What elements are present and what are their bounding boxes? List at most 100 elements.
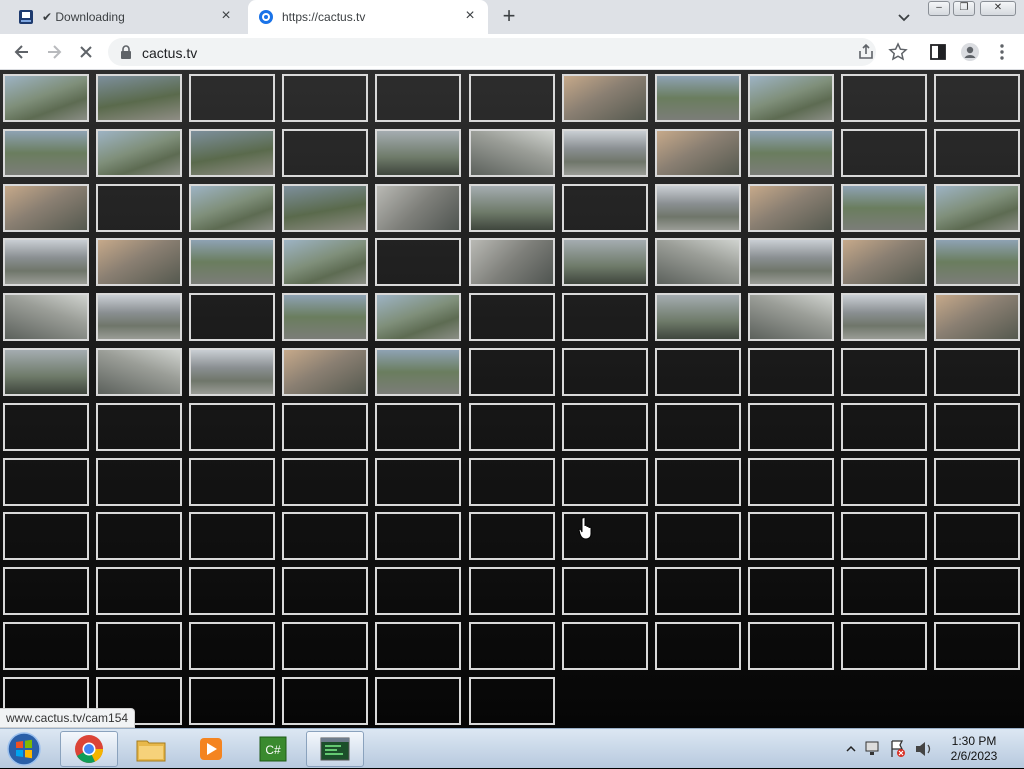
camera-thumbnail[interactable] — [655, 74, 741, 122]
camera-slot-empty[interactable] — [934, 567, 1020, 615]
tab-cactus[interactable]: https://cactus.tv × — [248, 0, 488, 34]
camera-thumbnail[interactable] — [96, 348, 182, 396]
camera-thumbnail[interactable] — [282, 348, 368, 396]
camera-thumbnail[interactable] — [655, 293, 741, 341]
camera-slot-empty[interactable] — [748, 512, 834, 560]
taskbar-csharp-editor[interactable]: C# — [244, 731, 302, 767]
camera-slot-empty[interactable] — [562, 622, 648, 670]
camera-slot-empty[interactable] — [655, 403, 741, 451]
camera-slot-empty[interactable] — [469, 403, 555, 451]
back-arrow-icon[interactable] — [12, 42, 32, 62]
camera-thumbnail[interactable] — [655, 129, 741, 177]
close-window-button[interactable]: ✕ — [980, 1, 1016, 16]
camera-slot-empty[interactable] — [189, 74, 275, 122]
camera-thumbnail[interactable] — [562, 238, 648, 286]
camera-thumbnail[interactable] — [96, 293, 182, 341]
camera-slot-empty[interactable] — [562, 348, 648, 396]
camera-slot-empty[interactable] — [189, 677, 275, 725]
camera-slot-empty[interactable] — [375, 458, 461, 506]
camera-slot-empty[interactable] — [375, 238, 461, 286]
camera-thumbnail[interactable] — [96, 129, 182, 177]
camera-thumbnail[interactable] — [282, 238, 368, 286]
close-tab-icon[interactable]: × — [218, 8, 234, 25]
camera-slot-empty[interactable] — [469, 293, 555, 341]
camera-slot-empty[interactable] — [3, 403, 89, 451]
camera-slot-empty[interactable] — [189, 512, 275, 560]
camera-slot-empty[interactable] — [469, 512, 555, 560]
camera-thumbnail[interactable] — [469, 129, 555, 177]
action-center-flag-icon[interactable] — [891, 740, 905, 757]
taskbar-file-explorer[interactable] — [122, 731, 180, 767]
minimize-button[interactable]: – — [928, 1, 950, 16]
camera-thumbnail[interactable] — [375, 184, 461, 232]
camera-slot-empty[interactable] — [562, 512, 648, 560]
camera-slot-empty[interactable] — [469, 677, 555, 725]
camera-slot-empty[interactable] — [3, 567, 89, 615]
camera-slot-empty[interactable] — [562, 403, 648, 451]
close-tab-icon[interactable]: × — [462, 8, 478, 25]
camera-slot-empty[interactable] — [375, 403, 461, 451]
system-clock[interactable]: 1:30 PM 2/6/2023 — [934, 734, 1014, 764]
camera-slot-empty[interactable] — [282, 129, 368, 177]
camera-slot-empty[interactable] — [96, 403, 182, 451]
camera-slot-empty[interactable] — [375, 567, 461, 615]
camera-thumbnail[interactable] — [375, 348, 461, 396]
camera-slot-empty[interactable] — [748, 458, 834, 506]
camera-slot-empty[interactable] — [3, 458, 89, 506]
new-tab-button[interactable]: + — [498, 5, 520, 28]
camera-thumbnail[interactable] — [748, 293, 834, 341]
camera-slot-empty[interactable] — [375, 622, 461, 670]
more-menu-icon[interactable] — [992, 42, 1012, 62]
camera-thumbnail[interactable] — [3, 129, 89, 177]
windows-start-icon[interactable] — [4, 730, 44, 768]
camera-slot-empty[interactable] — [934, 403, 1020, 451]
camera-thumbnail[interactable] — [3, 184, 89, 232]
camera-slot-empty[interactable] — [282, 458, 368, 506]
camera-slot-empty[interactable] — [96, 458, 182, 506]
camera-slot-empty[interactable] — [562, 293, 648, 341]
bookmark-star-icon[interactable] — [888, 42, 908, 62]
camera-thumbnail[interactable] — [841, 238, 927, 286]
camera-slot-empty[interactable] — [469, 348, 555, 396]
camera-thumbnail[interactable] — [562, 74, 648, 122]
camera-thumbnail[interactable] — [375, 293, 461, 341]
camera-thumbnail[interactable] — [282, 184, 368, 232]
camera-thumbnail[interactable] — [282, 293, 368, 341]
camera-thumbnail[interactable] — [3, 238, 89, 286]
camera-slot-empty[interactable] — [282, 403, 368, 451]
taskbar-terminal-app[interactable] — [306, 731, 364, 767]
network-icon[interactable] — [865, 741, 879, 755]
camera-slot-empty[interactable] — [748, 403, 834, 451]
camera-thumbnail[interactable] — [934, 238, 1020, 286]
taskbar-media-player[interactable] — [182, 731, 240, 767]
camera-slot-empty[interactable] — [934, 129, 1020, 177]
url-text[interactable]: cactus.tv — [142, 45, 197, 61]
camera-thumbnail[interactable] — [748, 184, 834, 232]
camera-slot-empty[interactable] — [841, 129, 927, 177]
camera-thumbnail[interactable] — [841, 184, 927, 232]
camera-slot-empty[interactable] — [562, 458, 648, 506]
camera-thumbnail[interactable] — [96, 238, 182, 286]
camera-slot-empty[interactable] — [3, 512, 89, 560]
camera-thumbnail[interactable] — [3, 74, 89, 122]
forward-arrow-icon[interactable] — [44, 42, 64, 62]
camera-slot-empty[interactable] — [748, 567, 834, 615]
camera-thumbnail[interactable] — [748, 129, 834, 177]
camera-thumbnail[interactable] — [375, 129, 461, 177]
camera-thumbnail[interactable] — [748, 74, 834, 122]
share-icon[interactable] — [856, 42, 876, 62]
camera-slot-empty[interactable] — [841, 567, 927, 615]
camera-slot-empty[interactable] — [841, 512, 927, 560]
camera-slot-empty[interactable] — [841, 622, 927, 670]
camera-slot-empty[interactable] — [562, 184, 648, 232]
maximize-button[interactable]: ❐ — [953, 1, 975, 16]
camera-slot-empty[interactable] — [655, 567, 741, 615]
camera-slot-empty[interactable] — [189, 567, 275, 615]
camera-thumbnail[interactable] — [3, 348, 89, 396]
camera-thumbnail[interactable] — [748, 238, 834, 286]
address-bar[interactable]: cactus.tv — [108, 38, 876, 66]
camera-slot-empty[interactable] — [748, 622, 834, 670]
camera-thumbnail[interactable] — [655, 238, 741, 286]
camera-slot-empty[interactable] — [189, 458, 275, 506]
camera-thumbnail[interactable] — [841, 293, 927, 341]
